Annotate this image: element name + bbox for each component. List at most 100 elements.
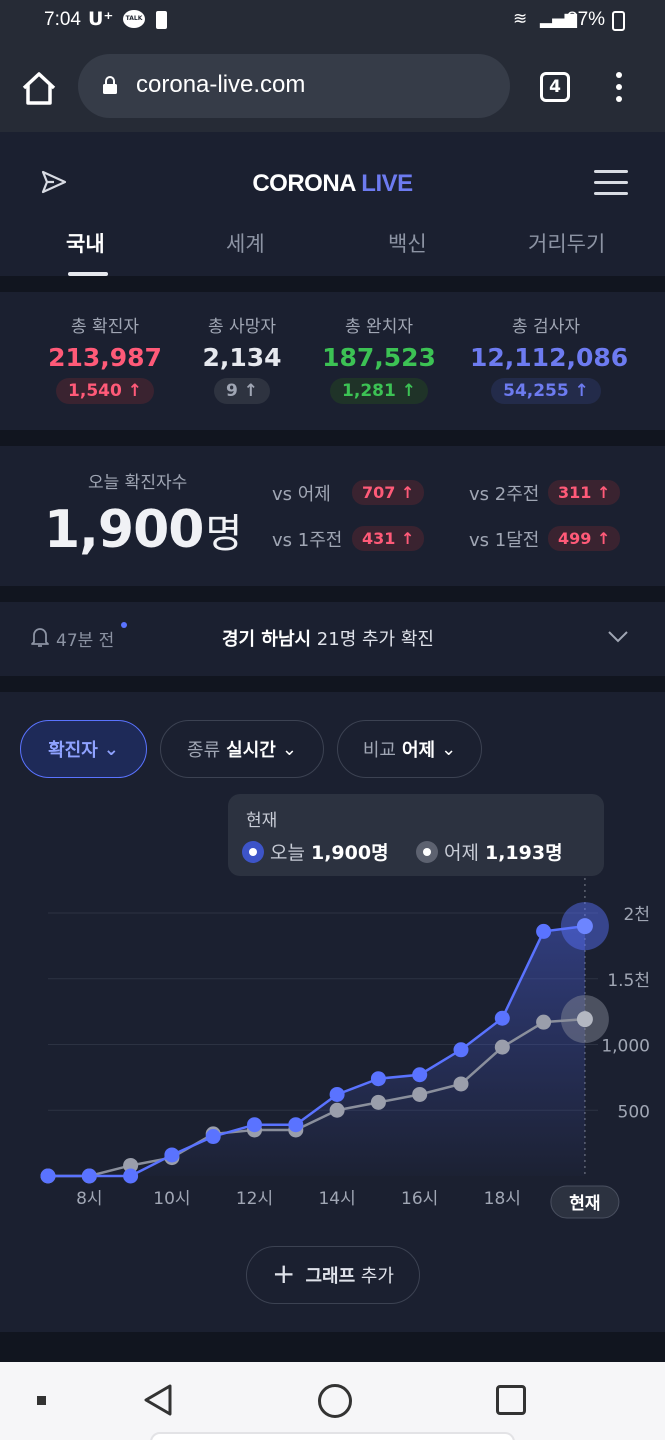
tooltip-today: 오늘 1,900명 <box>242 838 389 865</box>
chevron-down-icon[interactable] <box>606 624 630 648</box>
battery-percent: 87% <box>567 9 606 30</box>
url-text: corona-live.com <box>136 71 306 98</box>
add-graph-bold: 그래프 <box>305 1266 356 1287</box>
today-point <box>247 1117 262 1133</box>
today-label: 오늘 확진자수 <box>88 473 188 493</box>
site-header: CORONA LIVE 국내 세계 백신 거리두기 <box>0 132 665 276</box>
today-point <box>81 1168 97 1184</box>
stat-confirmed: 총 확진자 213,987 1,540 ↑ <box>44 312 166 404</box>
battery-saver-icon <box>156 11 167 29</box>
recent-apps-icon[interactable] <box>496 1385 526 1415</box>
stat-change-badge: 1,540 ↑ <box>56 378 154 404</box>
yesterday-point <box>494 1039 510 1055</box>
active-tab-indicator <box>68 272 108 276</box>
today-point <box>164 1147 180 1163</box>
y-tick-label: 1,000 <box>601 1037 650 1057</box>
compare-1month-label: vs 1달전 <box>469 530 540 551</box>
back-icon[interactable] <box>140 1382 176 1418</box>
compare-1week-badge: 431 ↑ <box>352 526 425 551</box>
today-point <box>123 1168 139 1184</box>
yesterday-legend-dot <box>416 840 438 863</box>
wifi-icon: ≋ <box>513 9 528 29</box>
totals-card: 총 확진자 213,987 1,540 ↑ 총 사망자 2,134 9 ↑ 총 … <box>0 292 665 430</box>
battery-icon <box>612 11 625 31</box>
stat-value: 213,987 <box>48 343 162 372</box>
latest-update-bar[interactable]: 47분 전 경기 하남시 21명 추가 확진 <box>0 602 665 676</box>
today-count: 1,900명 <box>44 500 242 560</box>
more-menu-icon[interactable] <box>612 72 626 106</box>
x-tick-label: 10시 <box>153 1189 190 1209</box>
carrier-label: U⁺ <box>88 8 114 30</box>
home-circle-icon[interactable] <box>318 1384 352 1418</box>
stat-value: 187,523 <box>322 343 436 372</box>
stat-recovered: 총 완치자 187,523 1,281 ↑ <box>318 312 440 404</box>
stat-label: 총 완치자 <box>345 317 413 337</box>
x-tick-label: 12시 <box>236 1189 273 1209</box>
yesterday-current-point <box>576 1011 593 1028</box>
add-graph-button[interactable]: + 그래프 추가 <box>246 1246 420 1304</box>
compare-1month-badge: 499 ↑ <box>548 526 621 551</box>
logo-corona: CORONA <box>252 170 356 197</box>
tab-switcher-button[interactable]: 4 <box>540 72 570 102</box>
update-message: 경기 하남시 21명 추가 확진 <box>222 625 434 651</box>
x-tick-label: 16시 <box>401 1189 438 1209</box>
today-point <box>40 1168 56 1184</box>
y-tick-label: 1.5천 <box>607 971 650 991</box>
tab-distancing[interactable]: 거리두기 <box>528 228 605 258</box>
bell-icon <box>31 628 49 647</box>
x-tick-label: 18시 <box>484 1189 521 1209</box>
today-point <box>536 923 552 939</box>
stat-label: 총 검사자 <box>512 317 580 337</box>
tooltip-title: 현재 <box>246 811 278 831</box>
compare-yesterday-badge: 707 ↑ <box>352 480 425 505</box>
today-unit: 명 <box>205 511 242 557</box>
chart-card: 확진자 ⌄ 종류 실시간 ⌄ 비교 어제 ⌄ 500 1,000 1.5천 2천 8시 1… <box>0 692 665 1332</box>
tab-vaccine[interactable]: 백신 <box>388 228 427 258</box>
main-nav: 국내 세계 백신 거리두기 <box>0 228 665 276</box>
status-time: 7:04 <box>44 9 81 30</box>
gesture-bar <box>150 1432 515 1440</box>
stat-deaths: 총 사망자 2,134 9 ↑ <box>194 312 290 404</box>
chart-tooltip: 현재 오늘 1,900명 어제 1,193명 <box>228 794 604 876</box>
today-point <box>288 1117 304 1133</box>
logo-live: LIVE <box>361 170 413 197</box>
stat-change-badge: 9 ↑ <box>214 378 270 404</box>
add-graph-rest: 추가 <box>360 1266 394 1287</box>
stat-value: 12,112,086 <box>470 343 629 372</box>
x-tick-label-current: 현재 <box>569 1194 600 1214</box>
today-point <box>494 1010 510 1026</box>
tooltip-today-label: 오늘 <box>270 842 305 864</box>
today-legend-dot <box>242 840 264 863</box>
today-point <box>329 1086 345 1102</box>
today-point <box>453 1042 469 1058</box>
address-bar[interactable]: corona-live.com <box>78 54 510 118</box>
yesterday-point <box>412 1086 428 1102</box>
today-number: 1,900 <box>44 500 204 560</box>
site-logo[interactable]: CORONA LIVE <box>0 170 665 198</box>
home-icon[interactable] <box>20 70 58 106</box>
x-tick-label: 8시 <box>76 1189 102 1209</box>
notification-dot-icon <box>37 1396 46 1405</box>
line-chart[interactable]: 500 1,000 1.5천 2천 8시 10시 12시 14시 16시 18시 현재 <box>0 692 665 1232</box>
new-dot <box>121 622 127 628</box>
tab-world[interactable]: 세계 <box>226 228 265 258</box>
hamburger-menu-icon[interactable] <box>594 170 628 196</box>
tab-domestic[interactable]: 국내 <box>66 228 105 258</box>
stat-tested: 총 검사자 12,112,086 54,255 ↑ <box>470 312 629 404</box>
yesterday-point <box>329 1102 345 1118</box>
plus-icon: + <box>271 1256 296 1290</box>
y-tick-label: 2천 <box>624 905 650 925</box>
update-location: 경기 하남시 <box>222 629 312 650</box>
today-point <box>370 1071 386 1087</box>
today-point <box>412 1067 428 1083</box>
today-card: 오늘 확진자수 1,900명 vs 어제 707 ↑ vs 2주전 311 ↑ … <box>0 446 665 586</box>
stat-label: 총 확진자 <box>71 317 139 337</box>
compare-yesterday-label: vs 어제 <box>272 484 331 505</box>
yesterday-point <box>536 1014 552 1030</box>
update-text: 21명 추가 확진 <box>311 629 434 650</box>
talk-icon: TALK <box>123 10 145 28</box>
lock-icon <box>103 76 117 94</box>
compare-1week-label: vs 1주전 <box>272 530 343 551</box>
yesterday-point <box>370 1094 386 1110</box>
tooltip-yesterday-label: 어제 <box>444 842 479 864</box>
